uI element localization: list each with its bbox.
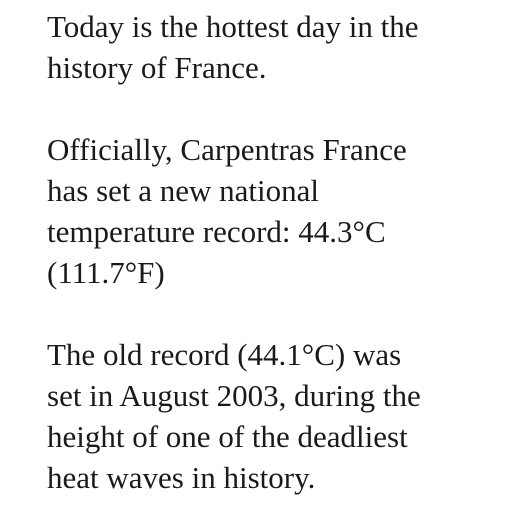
text-line: has set a new national xyxy=(47,173,320,208)
paragraph-old-record: The old record (44.1°C) was set in Augus… xyxy=(47,334,512,498)
text-line: set in August 2003, during the xyxy=(47,378,421,413)
text-line: Officially, Carpentras France xyxy=(47,132,407,167)
text-line: heat waves in history. xyxy=(47,460,316,495)
post-text: Today is the hottest day in the history … xyxy=(47,6,512,498)
text-line: (111.7°F) xyxy=(47,255,165,290)
text-line: Today is the hottest day in the xyxy=(47,9,419,44)
paragraph-new-record: Officially, Carpentras France has set a … xyxy=(47,129,512,293)
text-line: history of France. xyxy=(47,50,267,85)
text-line: height of one of the deadliest xyxy=(47,419,408,454)
paragraph-hottest-day: Today is the hottest day in the history … xyxy=(47,6,512,88)
text-line: The old record (44.1°C) was xyxy=(47,337,402,372)
text-line: temperature record: 44.3°C xyxy=(47,214,386,249)
